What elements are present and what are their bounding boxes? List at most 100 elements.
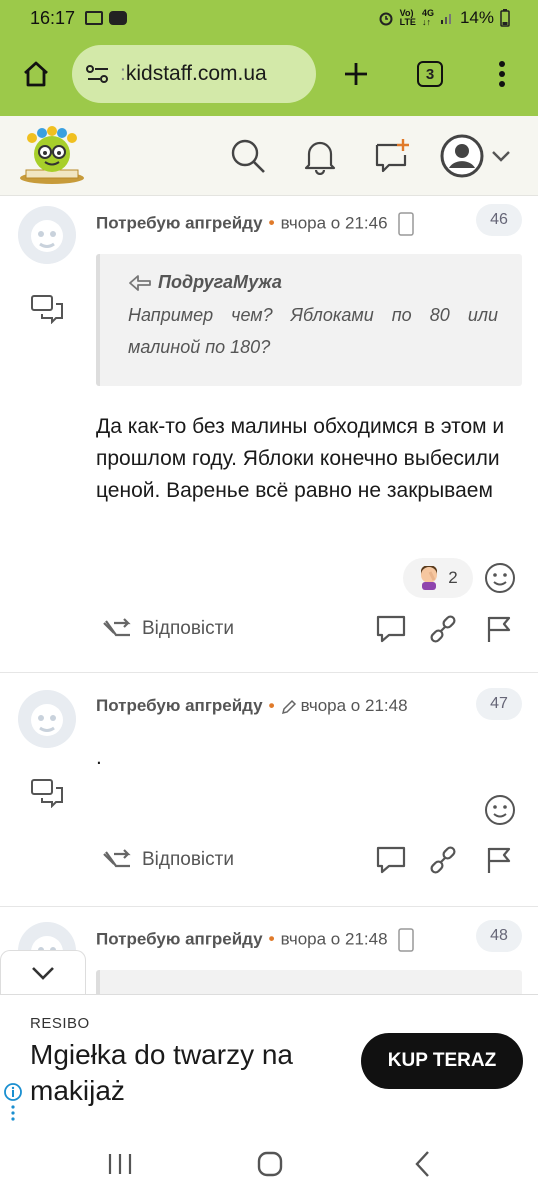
gallery-notification-icon (85, 11, 104, 25)
add-reaction-button[interactable] (484, 794, 516, 831)
report-button[interactable] (482, 613, 516, 645)
smiley-icon (485, 795, 515, 825)
site-settings-icon[interactable] (86, 64, 110, 84)
quote-button[interactable] (374, 613, 408, 645)
share-link-button[interactable] (426, 844, 460, 876)
comment-icon (376, 615, 406, 643)
author-name[interactable]: Потребую апгрейду (96, 213, 263, 232)
youtube-notification-icon (109, 11, 128, 25)
system-navigation-bar (0, 1128, 538, 1200)
quote-block: ПодругаМужа Например чем? Яблоками по 80… (96, 254, 522, 386)
home-button[interactable] (18, 56, 54, 92)
more-vert-icon (499, 61, 505, 87)
browser-toolbar: :kidstaff.com.ua 3 (0, 36, 538, 116)
quote-button[interactable] (374, 844, 408, 876)
post-time[interactable]: вчора о 21:46 (281, 213, 388, 232)
post-body: . (96, 746, 102, 769)
bell-icon (304, 141, 336, 175)
mobile-icon (398, 212, 415, 236)
post-body: Да как-то без малины обходимся в этом и … (96, 415, 505, 502)
url-text: kidstaff.com.ua (125, 62, 267, 85)
flag-icon (487, 847, 511, 873)
recent-apps-button[interactable] (100, 1146, 140, 1182)
edited-pencil-icon (281, 699, 296, 714)
mobile-icon (398, 928, 415, 952)
smiley-icon (485, 563, 515, 593)
reply-label: Відповісти (142, 618, 234, 639)
signal-icon (440, 14, 451, 24)
comment-icon (376, 846, 406, 874)
ad-cta-button[interactable]: KUP TERAZ (361, 1033, 523, 1089)
reply-label: Відповісти (142, 849, 234, 870)
add-reaction-button[interactable] (484, 562, 516, 599)
kidstaff-logo-icon (20, 126, 84, 184)
reply-button[interactable]: Відповісти (100, 846, 234, 874)
notifications-button[interactable] (298, 134, 342, 178)
chat-bubbles-icon (31, 295, 63, 325)
link-icon (430, 615, 456, 643)
reply-icon (103, 618, 131, 637)
author-name[interactable]: Потребую апгрейду (96, 929, 263, 948)
back-chevron-icon (415, 1151, 429, 1177)
default-avatar-icon (18, 690, 76, 748)
home-icon (24, 61, 48, 87)
new-conversation-button[interactable] (370, 134, 414, 178)
reply-arrow-icon (129, 274, 151, 291)
avatar-icon (440, 134, 484, 178)
quote-thread-icon[interactable] (30, 294, 64, 329)
quote-author[interactable]: ПодругаМужа (158, 272, 282, 293)
reply-button[interactable]: Відповісти (100, 615, 234, 643)
quote-thread-icon[interactable] (30, 778, 64, 813)
post-separator (0, 906, 538, 907)
ad-brand: RESIBO (30, 1015, 90, 1032)
link-icon (430, 846, 456, 874)
ad-banner[interactable]: RESIBO Mgiełka do twarzy na makijaż KUP … (0, 994, 538, 1128)
flag-icon (487, 616, 511, 642)
default-avatar-icon (18, 206, 76, 264)
chevron-down-icon (492, 151, 510, 162)
post-number-badge[interactable]: 46 (476, 204, 522, 236)
avatar[interactable] (18, 690, 76, 748)
post-separator (0, 672, 538, 673)
avatar[interactable] (18, 206, 76, 264)
ad-info-button[interactable] (4, 1083, 22, 1123)
browser-menu-button[interactable] (484, 56, 520, 92)
collapse-ad-button[interactable] (0, 950, 86, 994)
reaction-count: 2 (448, 568, 458, 587)
search-button[interactable] (226, 134, 270, 178)
plus-icon (345, 63, 367, 85)
home-circle-icon (257, 1151, 283, 1177)
message-plus-icon (375, 139, 409, 173)
site-header (0, 116, 538, 196)
clock: 16:17 (30, 7, 76, 28)
user-menu-button[interactable] (438, 134, 514, 178)
back-button[interactable] (402, 1146, 442, 1182)
post-time[interactable]: вчора о 21:48 (281, 929, 388, 948)
post-number-badge[interactable]: 48 (476, 920, 522, 952)
alarm-icon (379, 12, 393, 26)
volte-icon: Vo) LTE (399, 8, 416, 27)
reaction-summary[interactable]: 2 (403, 558, 473, 598)
chevron-down-icon (32, 966, 54, 980)
facepalm-emoji-icon (421, 566, 438, 590)
reply-icon (103, 849, 131, 868)
post-number-badge[interactable]: 47 (476, 688, 522, 720)
home-nav-button[interactable] (250, 1146, 290, 1182)
chat-bubbles-icon (31, 779, 63, 809)
address-bar[interactable]: :kidstaff.com.ua (72, 45, 316, 103)
author-name[interactable]: Потребую апгрейду (96, 696, 263, 715)
share-link-button[interactable] (426, 613, 460, 645)
site-logo[interactable] (18, 126, 86, 186)
new-tab-button[interactable] (338, 56, 374, 92)
battery-percent: 14% (459, 8, 494, 27)
battery-icon (500, 9, 510, 27)
tabs-count: 3 (417, 61, 443, 87)
info-icon (4, 1083, 22, 1121)
ad-title[interactable]: Mgiełka do twarzy na makijaż (30, 1037, 360, 1109)
tab-switcher-button[interactable]: 3 (412, 56, 448, 92)
post-time[interactable]: вчора о 21:48 (301, 696, 408, 715)
report-button[interactable] (482, 844, 516, 876)
status-bar: 16:17 Vo) LTE 4G ↓↑ 14% (0, 0, 538, 36)
recents-icon (108, 1154, 132, 1174)
search-icon (231, 139, 265, 173)
